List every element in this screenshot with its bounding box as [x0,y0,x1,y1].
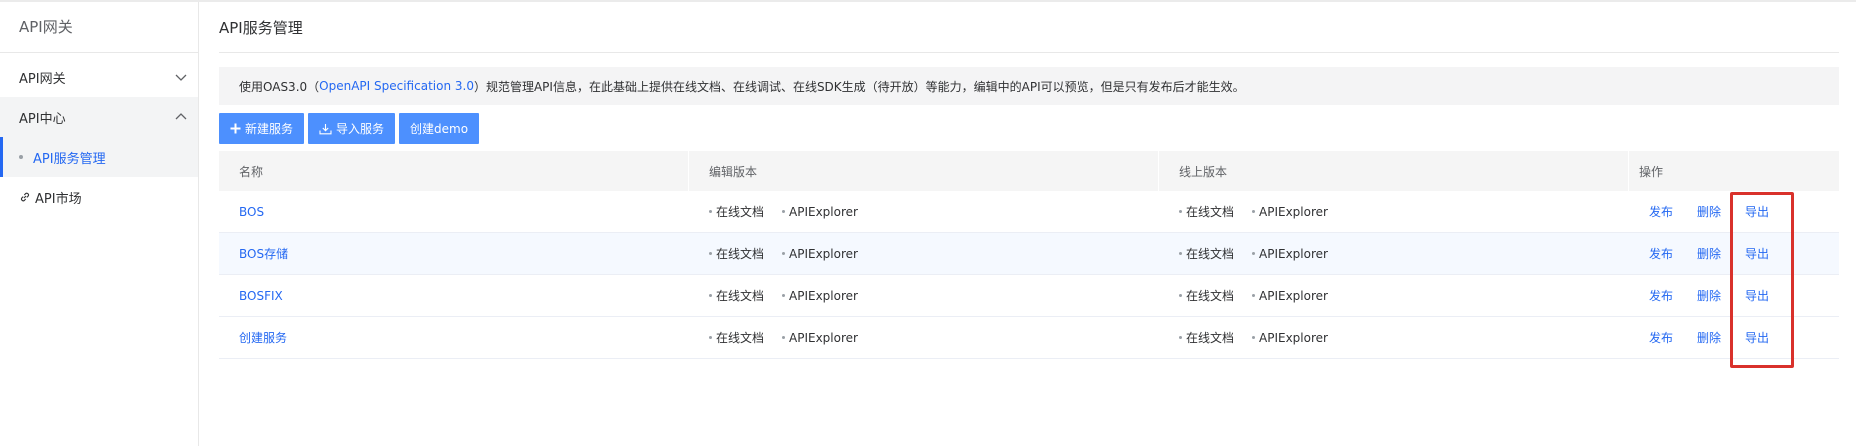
edit-online-doc-link[interactable]: 在线文档 [709,287,764,304]
service-name-link[interactable]: BOS [239,205,264,219]
info-notice: 使用OAS3.0（ OpenAPI Specification 3.0 ）规范管… [219,67,1839,105]
button-label: 创建demo [410,122,469,136]
edit-api-explorer-link[interactable]: APIExplorer [782,289,858,303]
create-demo-button[interactable]: 创建demo [399,113,480,144]
publish-button[interactable]: 发布 [1649,245,1673,262]
sidebar-item-api-market[interactable]: API市场 [0,177,198,217]
online-online-doc-link[interactable]: 在线文档 [1179,245,1234,262]
active-indicator [0,137,3,177]
sidebar-group-api-gateway[interactable]: API网关 [0,57,198,97]
online-api-explorer-link[interactable]: APIExplorer [1252,247,1328,261]
service-name-link[interactable]: BOSFIX [239,289,283,303]
button-label: 导入服务 [336,122,385,136]
edit-api-explorer-link[interactable]: APIExplorer [782,331,858,345]
delete-button[interactable]: 删除 [1697,287,1721,304]
header-online-version: 线上版本 [1159,151,1629,191]
export-button[interactable]: 导出 [1745,245,1769,262]
button-label: 新建服务 [245,122,294,136]
sidebar-item-api-service-management[interactable]: API服务管理 [0,137,198,177]
delete-button[interactable]: 删除 [1697,245,1721,262]
service-table: 名称 编辑版本 线上版本 操作 BOS 在线文档 APIExplorer 在线文… [219,151,1839,359]
sidebar-group-label: API网关 [19,71,66,87]
service-name-link[interactable]: 创建服务 [239,329,287,346]
export-button[interactable]: 导出 [1745,287,1769,304]
online-online-doc-link[interactable]: 在线文档 [1179,287,1234,304]
header-name: 名称 [219,151,689,191]
delete-button[interactable]: 删除 [1697,329,1721,346]
sidebar: API网关 API网关 API中心 API服务管理 API市场 [0,2,199,446]
sidebar-item-label: API服务管理 [33,151,106,167]
sidebar-group-label: API中心 [19,111,66,127]
edit-api-explorer-link[interactable]: APIExplorer [782,205,858,219]
link-icon [20,192,30,202]
sidebar-title: API网关 [0,2,198,53]
plus-icon [230,123,241,134]
sidebar-item-label: API市场 [35,191,82,207]
table-header: 名称 编辑版本 线上版本 操作 [219,151,1839,191]
online-api-explorer-link[interactable]: APIExplorer [1252,205,1328,219]
main-content: API服务管理 使用OAS3.0（ OpenAPI Specification … [219,2,1839,359]
online-api-explorer-link[interactable]: APIExplorer [1252,289,1328,303]
delete-button[interactable]: 删除 [1697,203,1721,220]
download-icon [319,123,332,135]
edit-online-doc-link[interactable]: 在线文档 [709,245,764,262]
bullet-icon [19,155,23,159]
publish-button[interactable]: 发布 [1649,329,1673,346]
openapi-spec-link[interactable]: OpenAPI Specification 3.0 [319,79,474,93]
online-online-doc-link[interactable]: 在线文档 [1179,203,1234,220]
export-button[interactable]: 导出 [1745,329,1769,346]
new-service-button[interactable]: 新建服务 [219,113,305,144]
edit-online-doc-link[interactable]: 在线文档 [709,329,764,346]
chevron-down-icon [174,70,188,84]
import-service-button[interactable]: 导入服务 [308,113,396,144]
online-online-doc-link[interactable]: 在线文档 [1179,329,1234,346]
table-row: BOS存储 在线文档 APIExplorer 在线文档 APIExplorer … [219,233,1839,275]
page-title: API服务管理 [219,2,1839,53]
edit-api-explorer-link[interactable]: APIExplorer [782,247,858,261]
notice-suffix: ）规范管理API信息，在此基础上提供在线文档、在线调试、在线SDK生成（待开放）… [473,79,1245,94]
table-row: BOSFIX 在线文档 APIExplorer 在线文档 APIExplorer… [219,275,1839,317]
table-row: BOS 在线文档 APIExplorer 在线文档 APIExplorer 发布… [219,191,1839,233]
toolbar: 新建服务 导入服务 创建demo [219,113,1839,144]
export-button[interactable]: 导出 [1745,203,1769,220]
online-api-explorer-link[interactable]: APIExplorer [1252,331,1328,345]
publish-button[interactable]: 发布 [1649,203,1673,220]
service-name-link[interactable]: BOS存储 [239,245,288,262]
header-edit-version: 编辑版本 [689,151,1159,191]
sidebar-group-api-center[interactable]: API中心 [0,97,198,137]
edit-online-doc-link[interactable]: 在线文档 [709,203,764,220]
table-row: 创建服务 在线文档 APIExplorer 在线文档 APIExplorer 发… [219,317,1839,359]
header-operations: 操作 [1639,164,1664,179]
publish-button[interactable]: 发布 [1649,287,1673,304]
chevron-up-icon [174,110,188,124]
notice-prefix: 使用OAS3.0（ [239,79,320,94]
